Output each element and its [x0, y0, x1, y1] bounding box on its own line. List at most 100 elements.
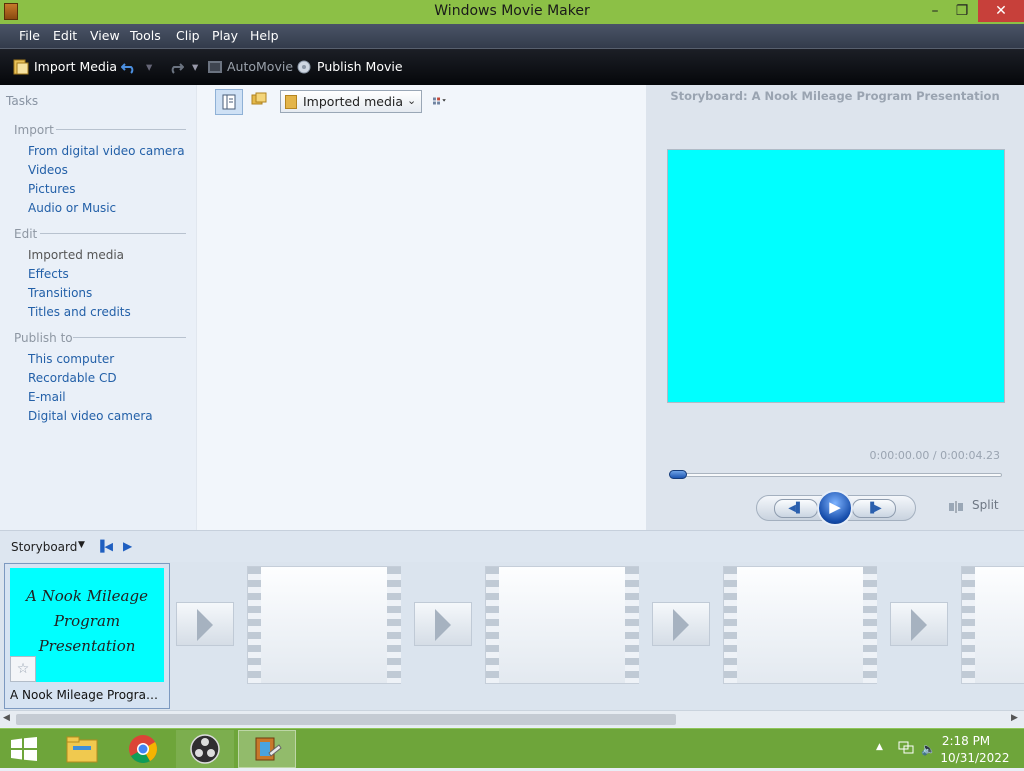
taskbar-file-explorer[interactable] [53, 730, 111, 768]
movie-maker-icon [255, 737, 282, 761]
divider [40, 233, 186, 234]
preview-monitor[interactable] [667, 149, 1005, 403]
automovie-button[interactable]: AutoMovie [227, 59, 293, 74]
close-button[interactable]: ✕ [978, 0, 1024, 22]
minimize-button[interactable]: – [920, 0, 950, 22]
clip-title-text: A Nook Mileage Program Presentation [10, 584, 164, 659]
tasks-title: Tasks [6, 94, 39, 108]
tasks-toggle-button[interactable] [215, 89, 243, 115]
empty-clip-slot[interactable] [723, 566, 877, 684]
import-group-label: Import [14, 123, 54, 137]
menu-clip[interactable]: Clip [176, 28, 200, 43]
clip-name: A Nook Mileage Program Presentation [10, 688, 168, 702]
title-bar: Windows Movie Maker – ❐ ✕ [0, 0, 1024, 24]
chevron-down-icon[interactable]: ▼ [78, 540, 85, 550]
obs-studio-icon [190, 734, 220, 764]
menu-help[interactable]: Help [250, 28, 279, 43]
undo-icon[interactable] [121, 59, 137, 75]
task-videos[interactable]: Videos [28, 163, 68, 177]
storyboard-scrollbar[interactable]: ◀ ▶ [0, 710, 1024, 727]
windows-start-icon[interactable] [10, 737, 38, 761]
empty-clip-slot[interactable] [961, 566, 1024, 684]
clock-time[interactable]: 2:18 PM [930, 734, 1002, 748]
tasks-pane: Tasks Import From digital video camera V… [0, 85, 196, 530]
menu-view[interactable]: View [90, 28, 120, 43]
clock-date[interactable]: 10/31/2022 [930, 751, 1020, 765]
split-button[interactable]: Split [972, 498, 999, 512]
scroll-left-arrow-icon[interactable]: ◀ [3, 713, 10, 723]
taskbar-windows-movie-maker[interactable] [238, 730, 296, 768]
taskbar: ▲ 🔈 2:18 PM 10/31/2022 [0, 728, 1024, 768]
task-this-computer[interactable]: This computer [28, 352, 114, 366]
task-recordable-cd[interactable]: Recordable CD [28, 371, 117, 385]
film-sprockets [962, 567, 976, 683]
taskbar-chrome[interactable] [114, 730, 172, 768]
network-icon[interactable] [898, 741, 914, 755]
task-audio-or-music[interactable]: Audio or Music [28, 201, 116, 215]
play-storyboard-icon[interactable]: ▶ [123, 539, 132, 553]
task-effects[interactable]: Effects [28, 267, 69, 281]
transition-arrow-icon [435, 609, 451, 641]
collections-folder-icon[interactable] [251, 91, 267, 107]
transition-slot[interactable] [652, 602, 710, 646]
menu-file[interactable]: File [19, 28, 40, 43]
publish-movie-icon [297, 60, 311, 74]
transition-arrow-icon [911, 609, 927, 641]
scrollbar-thumb[interactable] [16, 714, 676, 725]
task-digital-video-camera[interactable]: Digital video camera [28, 409, 153, 423]
storyboard-header: Storyboard ▼ ▐◀ ▶ [0, 530, 1024, 562]
next-frame-button[interactable]: ▐▶ [852, 499, 896, 518]
empty-clip-slot[interactable] [485, 566, 639, 684]
publish-group-label: Publish to [14, 331, 73, 345]
task-imported-media[interactable]: Imported media [28, 248, 124, 262]
transition-slot[interactable] [176, 602, 234, 646]
transition-slot[interactable] [890, 602, 948, 646]
film-sprockets [863, 567, 877, 683]
rewind-storyboard-icon[interactable]: ▐◀ [96, 540, 113, 553]
timecode: 0:00:00.00 / 0:00:04.23 [869, 449, 1001, 462]
taskbar-obs-studio[interactable] [176, 730, 234, 768]
redo-dropdown-icon[interactable]: ▾ [192, 59, 198, 74]
storyboard-clip[interactable]: A Nook Mileage Program Presentation ☆ A … [4, 563, 170, 709]
transition-slot[interactable] [414, 602, 472, 646]
task-transitions[interactable]: Transitions [28, 286, 92, 300]
empty-frame [737, 567, 863, 683]
menu-tools[interactable]: Tools [130, 28, 161, 43]
import-media-button[interactable]: Import Media [34, 59, 117, 74]
menu-play[interactable]: Play [212, 28, 238, 43]
restore-button[interactable]: ❐ [947, 0, 977, 22]
empty-frame [975, 567, 1024, 683]
redo-icon[interactable] [168, 59, 184, 75]
chrome-icon [129, 735, 157, 763]
film-sprockets [625, 567, 639, 683]
storyboard-view-toggle[interactable]: Storyboard [11, 540, 77, 554]
previous-frame-icon: ◀▌ [788, 503, 804, 514]
seek-bar[interactable] [670, 473, 1002, 477]
task-pictures[interactable]: Pictures [28, 182, 76, 196]
empty-frame [261, 567, 387, 683]
undo-dropdown-icon[interactable]: ▾ [146, 59, 152, 74]
show-hidden-icons-icon[interactable]: ▲ [876, 742, 883, 752]
empty-clip-slot[interactable] [247, 566, 401, 684]
automovie-icon [208, 61, 222, 73]
task-from-digital-video-camera[interactable]: From digital video camera [28, 144, 185, 158]
play-icon: ▶ [829, 498, 841, 516]
publish-movie-button[interactable]: Publish Movie [317, 59, 403, 74]
collection-select[interactable]: Imported media ⌄ [280, 90, 422, 113]
divider [56, 129, 186, 130]
preview-pane: Storyboard: A Nook Mileage Program Prese… [646, 85, 1024, 530]
seek-bar-thumb[interactable] [669, 470, 687, 479]
task-e-mail[interactable]: E-mail [28, 390, 66, 404]
menu-edit[interactable]: Edit [53, 28, 77, 43]
play-button[interactable]: ▶ [817, 490, 853, 526]
task-titles-and-credits[interactable]: Titles and credits [28, 305, 131, 319]
storyboard: A Nook Mileage Program Presentation ☆ A … [0, 562, 1024, 710]
folder-icon [285, 95, 297, 109]
split-icon[interactable] [948, 501, 964, 513]
divider [73, 337, 186, 338]
previous-frame-button[interactable]: ◀▌ [774, 499, 818, 518]
views-menu-icon[interactable] [433, 95, 447, 107]
video-effect-star-icon[interactable]: ☆ [10, 656, 36, 682]
edit-group-label: Edit [14, 227, 38, 241]
scroll-right-arrow-icon[interactable]: ▶ [1011, 713, 1018, 723]
